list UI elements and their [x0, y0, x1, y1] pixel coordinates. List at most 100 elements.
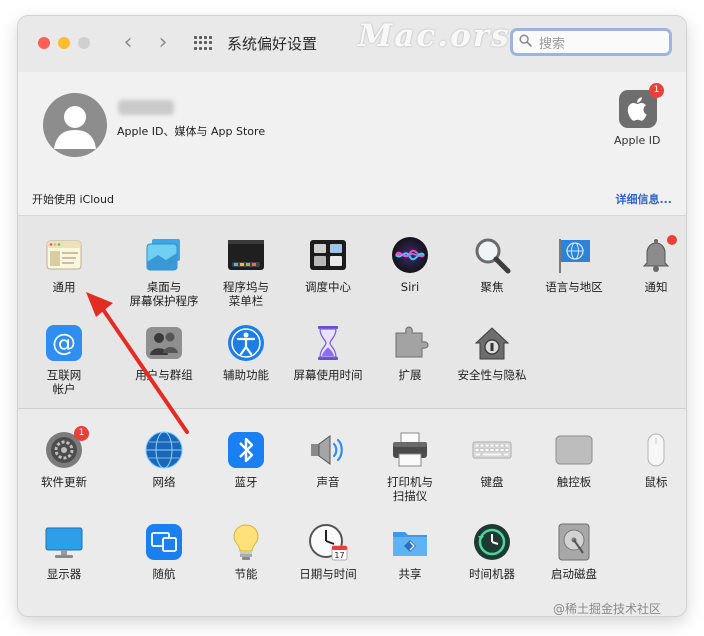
speaker-icon — [308, 430, 348, 470]
pref-label: 调度中心 — [305, 280, 351, 294]
pref-label: 软件更新 — [41, 475, 87, 489]
pref-label: 触控板 — [556, 475, 592, 489]
pref-language-region[interactable]: 语言与地区 — [533, 235, 615, 294]
language-region-flag-icon — [554, 235, 594, 275]
pref-label: 语言与地区 — [545, 280, 603, 294]
pref-startup-disk[interactable]: 启动磁盘 — [533, 522, 615, 581]
chevron-right-icon: › — [158, 30, 168, 55]
pref-keyboard[interactable]: 键盘 — [451, 430, 533, 489]
pref-label: 屏幕使用时间 — [293, 368, 363, 382]
display-monitor-icon — [44, 522, 84, 562]
pref-label: 日期与时间 — [299, 567, 357, 581]
pref-displays[interactable]: 显示器 — [23, 522, 105, 581]
clock-calendar-icon: 17 — [308, 522, 348, 562]
forward-button[interactable]: › — [150, 30, 176, 56]
pref-time-machine[interactable]: 时间机器 — [451, 522, 533, 581]
minimize-button[interactable] — [58, 37, 70, 49]
pref-siri[interactable]: Siri — [369, 235, 451, 294]
pref-label: Siri — [400, 280, 420, 294]
pref-screen-time[interactable]: 屏幕使用时间 — [287, 323, 369, 382]
pref-accessibility[interactable]: 辅助功能 — [205, 323, 287, 382]
bluetooth-icon — [226, 430, 266, 470]
pref-mouse[interactable]: 鼠标 — [615, 430, 686, 489]
pref-label: 程序坞与 菜单栏 — [223, 280, 269, 308]
mouse-icon — [636, 430, 676, 470]
footer-watermark: @稀土掘金技术社区 — [553, 602, 662, 616]
pref-users-groups[interactable]: 用户与群组 — [123, 323, 205, 382]
pref-label: 通知 — [644, 280, 668, 294]
apple-id-button[interactable]: 1 — [619, 83, 664, 128]
system-preferences-window: ‹ › 系统偏好设置 Mac.orsoon.com 搜索 Apple ID、媒体… — [18, 16, 686, 616]
pref-sidecar[interactable]: 随航 — [123, 522, 205, 581]
sidecar-icon — [144, 522, 184, 562]
pref-label: 启动磁盘 — [551, 567, 597, 581]
puzzle-piece-icon — [390, 323, 430, 363]
apple-id-subtitle[interactable]: Apple ID、媒体与 App Store — [117, 123, 265, 139]
pref-sharing[interactable]: 共享 — [369, 522, 451, 581]
hourglass-icon — [308, 323, 348, 363]
search-field[interactable]: 搜索 — [510, 28, 672, 56]
search-icon — [519, 34, 532, 47]
pref-label: 节能 — [234, 567, 258, 581]
pref-date-time[interactable]: 17 日期与时间 — [287, 522, 369, 581]
pref-spotlight[interactable]: 聚焦 — [451, 235, 533, 294]
software-update-gear-icon: 1 — [44, 426, 89, 470]
pref-energy-saver[interactable]: 节能 — [205, 522, 287, 581]
pref-security-privacy[interactable]: 安全性与隐私 — [451, 323, 533, 382]
pref-label: 聚焦 — [480, 280, 504, 294]
apple-id-badge: 1 — [649, 83, 664, 98]
window-title: 系统偏好设置 — [227, 35, 318, 53]
pref-label: 辅助功能 — [223, 368, 269, 382]
siri-icon — [390, 235, 430, 275]
pref-label: 互联网 帐户 — [46, 368, 82, 396]
lightbulb-icon — [226, 522, 266, 562]
accessibility-icon — [226, 323, 266, 363]
apple-id-label: Apple ID — [614, 134, 661, 147]
icloud-bar: 开始使用 iCloud 详细信息... — [18, 181, 686, 216]
startup-disk-icon — [554, 522, 594, 562]
close-button[interactable] — [38, 37, 50, 49]
icloud-details-link[interactable]: 详细信息... — [615, 191, 672, 207]
pref-label: 键盘 — [480, 475, 504, 489]
sharing-folder-icon — [390, 522, 430, 562]
date-day: 17 — [334, 551, 344, 560]
user-avatar[interactable] — [43, 93, 107, 157]
person-icon — [54, 106, 96, 149]
user-panel: Apple ID、媒体与 App Store 1 Apple ID — [18, 72, 686, 182]
time-machine-icon — [472, 522, 512, 562]
notifications-dot — [667, 235, 677, 245]
pref-label: 声音 — [316, 475, 340, 489]
pref-extensions[interactable]: 扩展 — [369, 323, 451, 382]
pref-desktop-screensaver[interactable]: 桌面与 屏幕保护程序 — [123, 235, 205, 308]
pref-label: 随航 — [152, 567, 176, 581]
pref-label: 显示器 — [46, 567, 82, 581]
pref-trackpad[interactable]: 触控板 — [533, 430, 615, 489]
zoom-button[interactable] — [78, 37, 90, 49]
keyboard-icon — [472, 430, 512, 470]
pref-printers-scanners[interactable]: 打印机与 扫描仪 — [369, 430, 451, 503]
dock-menubar-icon — [226, 235, 266, 275]
pref-label: 时间机器 — [469, 567, 515, 581]
back-button[interactable]: ‹ — [115, 30, 141, 56]
pref-label: 共享 — [398, 567, 422, 581]
software-update-badge: 1 — [74, 426, 89, 441]
pref-label: 网络 — [152, 475, 176, 489]
pref-sound[interactable]: 声音 — [287, 430, 369, 489]
notifications-bell-icon — [636, 235, 677, 275]
pref-internet-accounts[interactable]: @ 互联网 帐户 — [23, 323, 105, 396]
title-bar: ‹ › 系统偏好设置 Mac.orsoon.com 搜索 — [18, 16, 686, 72]
pref-bluetooth[interactable]: 蓝牙 — [205, 430, 287, 489]
pref-general[interactable]: 通用 — [23, 235, 105, 294]
pref-label: 安全性与隐私 — [457, 368, 527, 382]
pref-label: 打印机与 扫描仪 — [387, 475, 433, 503]
pref-software-update[interactable]: 1 软件更新 — [23, 426, 105, 489]
pref-network[interactable]: 网络 — [123, 430, 205, 489]
house-lock-icon — [472, 323, 512, 363]
pref-label: 通用 — [52, 280, 76, 294]
pref-dock-menubar[interactable]: 程序坞与 菜单栏 — [205, 235, 287, 308]
general-icon — [44, 235, 84, 275]
printer-icon — [390, 430, 430, 470]
pref-mission-control[interactable]: 调度中心 — [287, 235, 369, 294]
show-all-button[interactable] — [194, 36, 212, 50]
pref-notifications[interactable]: 通知 — [615, 235, 686, 294]
